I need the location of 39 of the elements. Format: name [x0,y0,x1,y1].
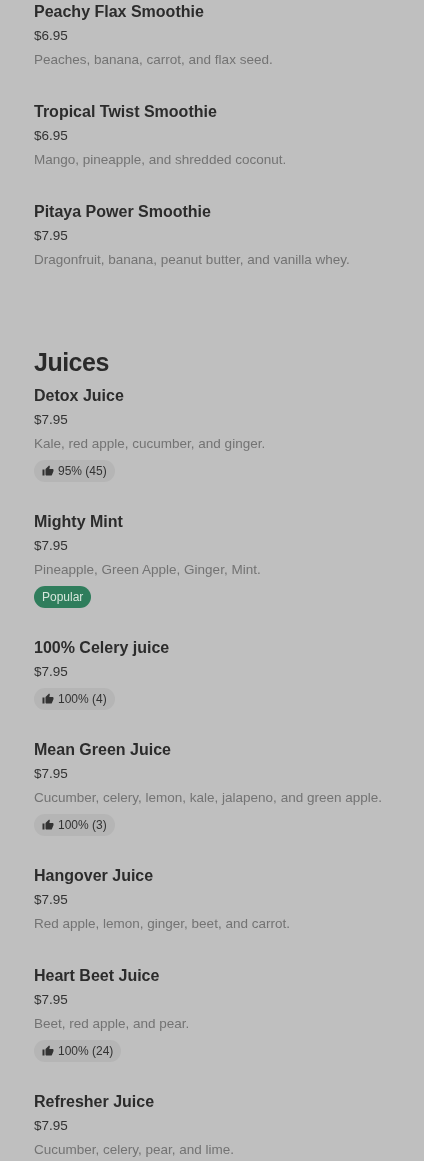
item-description: Cucumber, celery, pear, and lime. [34,1141,235,1159]
item-description: Beet, red apple, and pear. [34,1015,190,1033]
item-price: $7.95 [34,537,68,555]
item-price: $7.95 [34,991,68,1009]
thumbs-up-icon [42,693,54,705]
item-name[interactable]: Mean Green Juice [34,738,171,762]
rating-text: 95% (45) [58,464,107,478]
item-name[interactable]: Mighty Mint [34,510,123,534]
item-name[interactable]: Pitaya Power Smoothie [34,200,211,224]
item-description: Peaches, banana, carrot, and flax seed. [34,51,273,69]
popular-badge: Popular [34,586,92,608]
item-price: $7.95 [34,663,68,681]
rating-text: 100% (4) [58,692,107,706]
section-heading: Juices [34,347,110,378]
item-name[interactable]: Heart Beet Juice [34,964,160,988]
item-description: Cucumber, celery, lemon, kale, jalapeno, and green apple. [34,789,382,807]
item-description: Kale, red apple, cucumber, and ginger. [34,435,266,453]
item-price: $7.95 [34,891,68,909]
item-price: $7.95 [34,411,68,429]
item-name[interactable]: Peachy Flax Smoothie [34,0,204,24]
item-description: Pineapple, Green Apple, Ginger, Mint. [34,561,261,579]
thumbs-up-icon [42,465,54,477]
item-name[interactable]: Detox Juice [34,384,124,408]
item-name[interactable]: Hangover Juice [34,864,154,888]
item-price: $6.95 [34,27,68,45]
item-price: $7.95 [34,1117,68,1135]
rating-text: 100% (3) [58,818,107,832]
rating-text: 100% (24) [58,1044,114,1058]
thumbs-up-icon [42,819,54,831]
item-price: $7.95 [34,765,68,783]
item-name[interactable]: 100% Celery juice [34,636,170,660]
item-price: $7.95 [34,227,68,245]
thumbs-up-icon [42,1045,54,1057]
item-description: Mango, pineapple, and shredded coconut. [34,151,287,169]
item-name[interactable]: Tropical Twist Smoothie [34,100,217,124]
item-name[interactable]: Refresher Juice [34,1090,155,1114]
item-description: Red apple, lemon, ginger, beet, and carrot. [34,915,290,933]
item-price: $6.95 [34,127,68,145]
item-description: Dragonfruit, banana, peanut butter, and vanilla whey. [34,251,350,269]
